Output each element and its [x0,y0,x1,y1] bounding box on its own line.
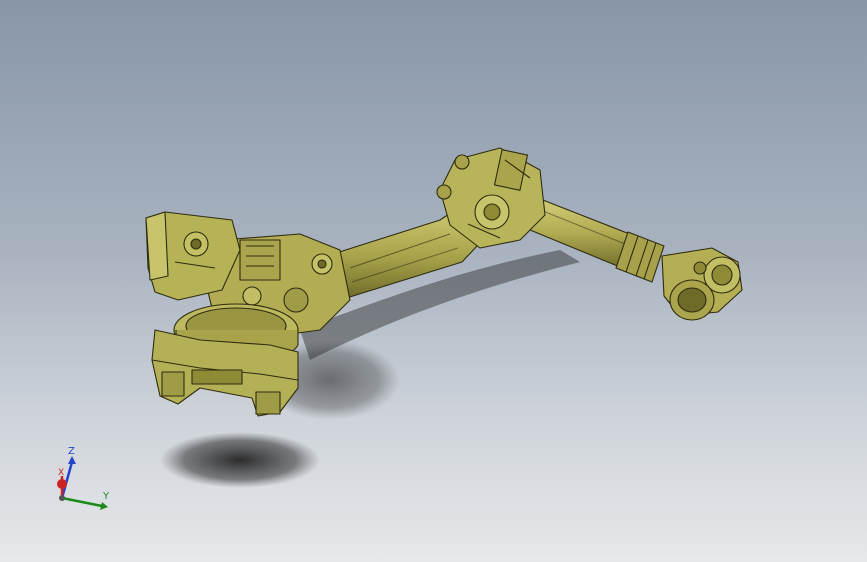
coordinate-triad: Z X Y [44,440,120,520]
axis-label-z: Z [68,446,75,457]
3d-viewport[interactable]: Z X Y [0,0,867,562]
wrist-assembly[interactable] [661,247,743,321]
axis-label-y: Y [103,491,110,502]
robot-arm-model[interactable] [0,0,867,562]
triad-axes [57,456,108,510]
axis-label-x: X [58,468,65,478]
